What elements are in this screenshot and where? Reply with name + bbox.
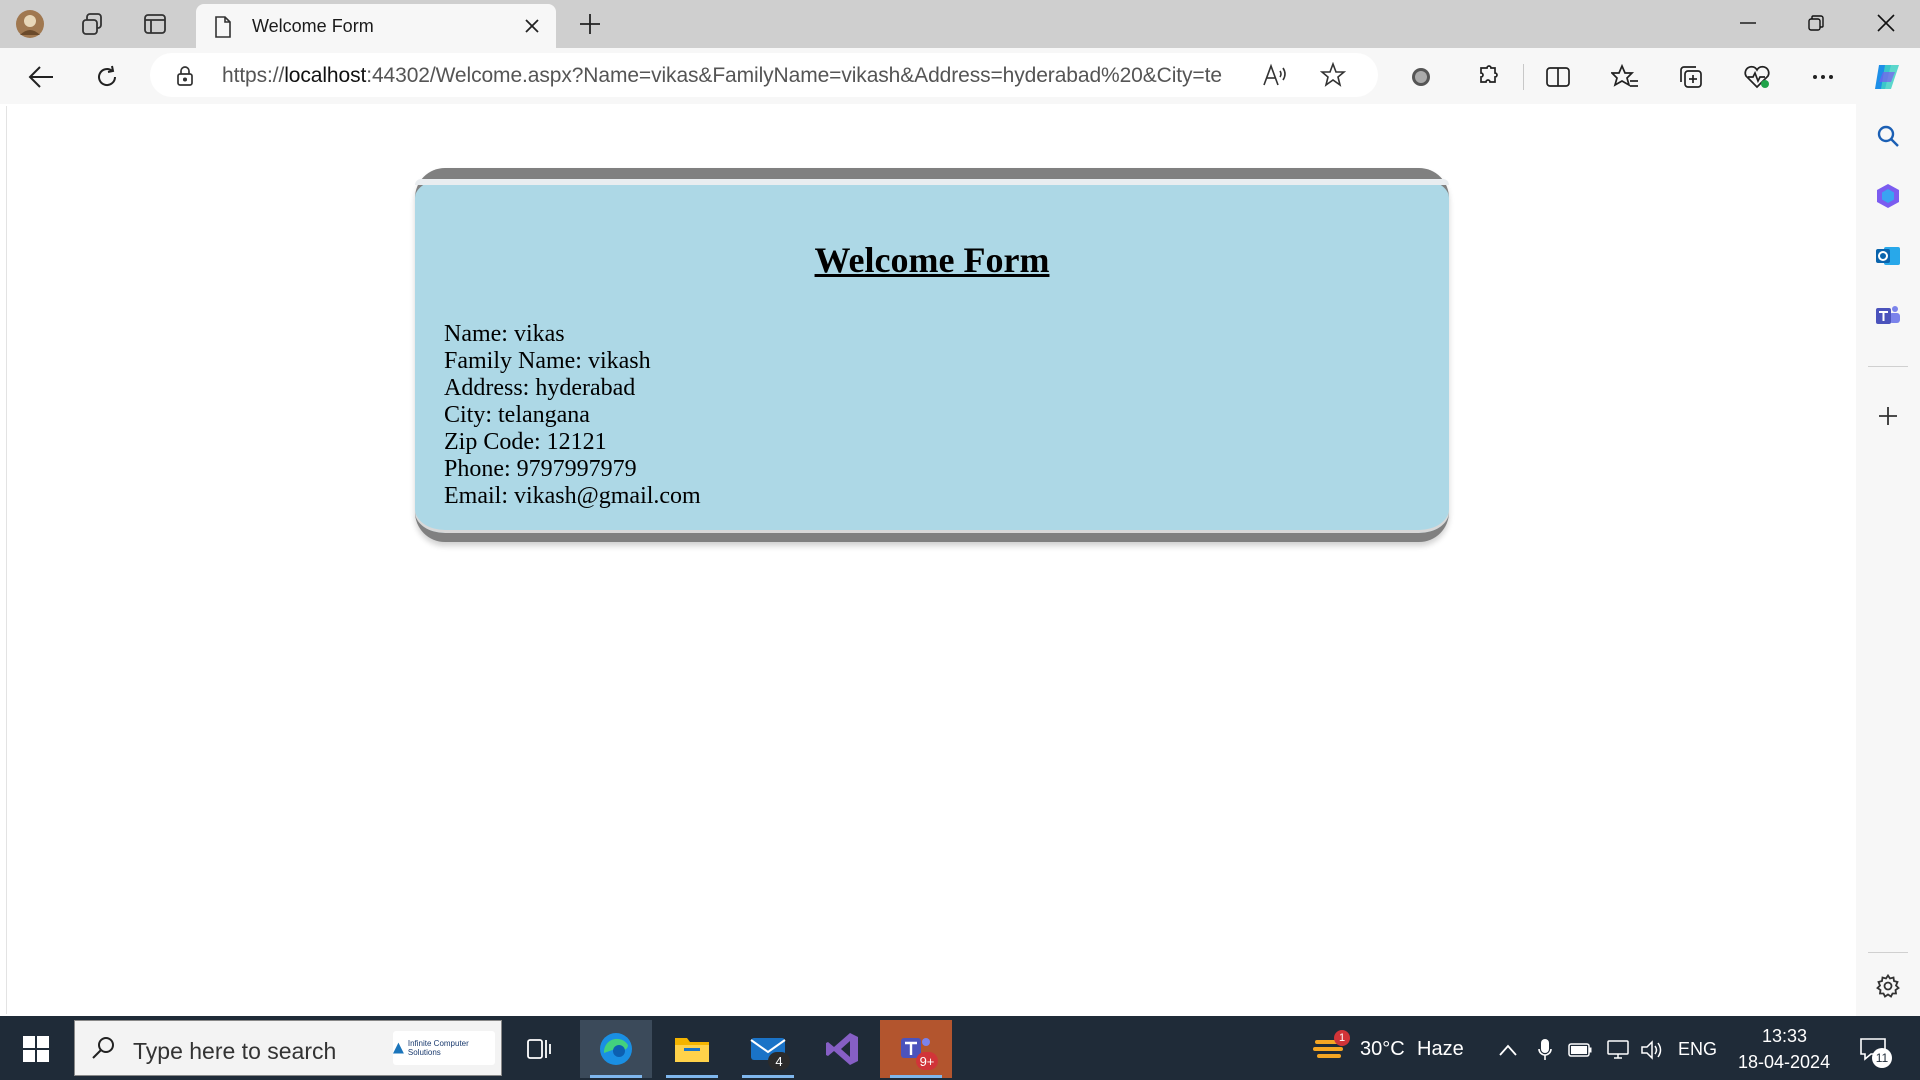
field-address: Address: hyderabad: [444, 375, 636, 401]
close-tab-icon[interactable]: [520, 14, 544, 38]
task-view-icon[interactable]: [504, 1020, 576, 1078]
taskbar-teams-app[interactable]: 9+: [880, 1020, 952, 1078]
close-window-button[interactable]: [1852, 0, 1920, 46]
add-favorite-icon[interactable]: [1319, 61, 1347, 93]
clock-date[interactable]: 18-04-2024: [1738, 1052, 1830, 1073]
teams-icon[interactable]: [1870, 298, 1906, 334]
sidebar-settings-icon[interactable]: [1870, 968, 1906, 1004]
sidebar-divider: [1868, 366, 1908, 367]
url-host: localhost: [284, 64, 367, 87]
browser-toolbar: https://localhost:44302/Welcome.aspx?Nam…: [0, 48, 1920, 104]
copilot-icon[interactable]: [1870, 60, 1904, 94]
profile-avatar-icon[interactable]: [14, 8, 46, 40]
minimize-button[interactable]: [1714, 0, 1782, 46]
clock-time[interactable]: 13:33: [1762, 1026, 1807, 1047]
battery-icon[interactable]: [1568, 1038, 1592, 1062]
notifications-icon[interactable]: 11: [1858, 1034, 1892, 1068]
sidebar-divider-bottom: [1868, 952, 1908, 953]
weather-condition[interactable]: Haze: [1417, 1038, 1464, 1061]
lock-icon[interactable]: [176, 65, 194, 92]
welcome-card: Welcome Form Name: vikas Family Name: vi…: [415, 168, 1449, 542]
details-list: Name: vikas Family Name: vikash Address:…: [444, 321, 701, 510]
network-icon[interactable]: [1606, 1038, 1630, 1062]
url-prefix: https://: [222, 64, 285, 87]
page-icon: [214, 16, 232, 43]
address-bar[interactable]: https://localhost:44302/Welcome.aspx?Nam…: [150, 53, 1378, 97]
browser-essentials-icon[interactable]: [1740, 60, 1774, 94]
url-text[interactable]: https://localhost:44302/Welcome.aspx?Nam…: [222, 64, 1222, 88]
tab-welcome-form[interactable]: Welcome Form: [196, 4, 556, 48]
search-icon: [91, 1035, 117, 1066]
add-sidebar-app-icon[interactable]: [1870, 398, 1906, 434]
read-aloud-icon[interactable]: [1262, 63, 1288, 92]
windows-start-button[interactable]: [14, 1032, 58, 1066]
mail-badge: 4: [768, 1052, 790, 1070]
back-button[interactable]: [24, 60, 58, 94]
taskbar-visual-studio-app[interactable]: [806, 1020, 878, 1078]
weather-temperature[interactable]: 30°C: [1360, 1038, 1405, 1061]
refresh-button[interactable]: [90, 60, 124, 94]
copilot-sidebar-icon[interactable]: [1870, 178, 1906, 214]
card-top-band: [415, 179, 1449, 185]
field-email: Email: vikash@gmail.com: [444, 483, 701, 509]
taskbar-mail-app[interactable]: 4: [732, 1020, 804, 1078]
teams-badge: 9+: [916, 1052, 938, 1070]
weather-alert-badge: 1: [1334, 1030, 1350, 1046]
restore-button[interactable]: [1782, 0, 1850, 46]
taskbar-edge-app[interactable]: [580, 1020, 652, 1078]
taskbar-search-box[interactable]: Type here to search Infinite Computer So…: [74, 1020, 502, 1076]
field-zip-code: Zip Code: 12121: [444, 429, 607, 455]
vertical-tabs-icon[interactable]: [139, 8, 171, 40]
extension-circle-icon[interactable]: [1404, 60, 1438, 94]
browser-title-bar: Welcome Form: [0, 0, 1920, 48]
search-icon[interactable]: [1870, 118, 1906, 154]
field-phone: Phone: 9797997979: [444, 456, 637, 482]
new-tab-button[interactable]: [574, 8, 606, 40]
windows-taskbar: Type here to search Infinite Computer So…: [0, 1016, 1920, 1080]
search-highlight-logo: Infinite Computer Solutions: [393, 1031, 495, 1065]
field-city: City: telangana: [444, 402, 590, 428]
search-logo-text: Infinite Computer Solutions: [407, 1039, 469, 1057]
microphone-icon[interactable]: [1533, 1038, 1557, 1062]
extensions-icon[interactable]: [1470, 60, 1504, 94]
weather-icon[interactable]: 1: [1310, 1030, 1350, 1064]
url-rest: :44302/Welcome.aspx?Name=vikas&FamilyNam…: [366, 64, 1222, 87]
show-hidden-icons-chevron-icon[interactable]: [1496, 1038, 1520, 1062]
toolbar-divider: [1523, 64, 1524, 90]
favorites-icon[interactable]: [1608, 60, 1642, 94]
volume-icon[interactable]: [1640, 1038, 1664, 1062]
field-family-name: Family Name: vikash: [444, 348, 651, 374]
tab-title: Welcome Form: [252, 16, 374, 36]
split-screen-icon[interactable]: [1541, 60, 1575, 94]
more-options-icon[interactable]: [1806, 60, 1840, 94]
collections-icon[interactable]: [1674, 60, 1708, 94]
page-title: Welcome Form: [814, 240, 1050, 280]
outlook-icon[interactable]: [1870, 238, 1906, 274]
workspaces-icon[interactable]: [76, 8, 108, 40]
page-viewport: Welcome Form Name: vikas Family Name: vi…: [6, 106, 1855, 1014]
notification-count-badge: 11: [1872, 1048, 1892, 1068]
input-language[interactable]: ENG: [1678, 1039, 1717, 1060]
edge-sidebar: [1856, 104, 1920, 1016]
taskbar-file-explorer-app[interactable]: [656, 1020, 728, 1078]
field-name: Name: vikas: [444, 321, 565, 347]
search-placeholder: Type here to search: [133, 1038, 337, 1064]
